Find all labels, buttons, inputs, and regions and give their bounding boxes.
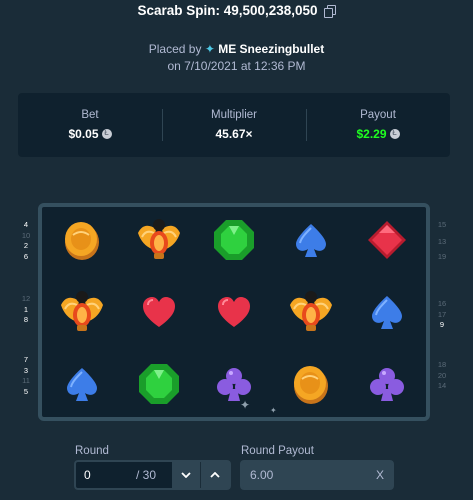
heart-symbol [134, 287, 184, 337]
coin-symbol [286, 359, 336, 409]
payout-value-wrap: $2.29 Ł [356, 127, 400, 141]
payline-numbers-right-bot: 18 20 14 [435, 360, 449, 392]
payline-numbers-right-mid: 16 17 9 [435, 299, 449, 331]
heart-symbol [209, 287, 259, 337]
multiplier-label: Multiplier [210, 109, 257, 121]
payline-number: 1 [23, 304, 29, 314]
spade-symbol [286, 215, 336, 265]
sparkle-icon: ✦ [240, 398, 251, 412]
payline-numbers-left-mid: 12 1 8 [19, 294, 33, 326]
round-label: Round [75, 445, 109, 457]
placed-by-prefix: Placed by [148, 42, 202, 56]
sparkle-icon: ✦ [270, 406, 277, 415]
game-title: Scarab Spin: 49,500,238,050 [137, 3, 318, 18]
scarab-symbol [57, 287, 107, 337]
payline-number: 18 [437, 360, 447, 369]
coin-icon: Ł [101, 129, 112, 139]
star-icon: ✦ [204, 42, 215, 56]
round-payout-label: Round Payout [241, 445, 314, 457]
payline-number: 10 [21, 230, 31, 240]
round-down-button[interactable] [172, 462, 200, 488]
chevron-down-icon [181, 472, 191, 478]
payline-number: 7 [23, 355, 29, 364]
payline-number: 5 [23, 386, 29, 396]
bet-date: on 7/10/2021 at 12:36 PM [167, 59, 306, 73]
payline-number: 20 [437, 370, 447, 380]
payline-number: 6 [23, 251, 29, 261]
payline-number: 13 [437, 236, 447, 246]
bet-value-wrap: $0.05 Ł [68, 127, 112, 141]
placed-by-info: Placed by ✦ ME Sneezingbullet on 7/10/20… [0, 41, 473, 75]
round-up-button[interactable] [200, 462, 229, 488]
reel-2 [123, 207, 194, 417]
payline-number: 9 [439, 320, 445, 329]
payline-number: 17 [437, 309, 447, 319]
coin-icon: Ł [389, 129, 400, 139]
payline-number: 2 [23, 241, 29, 250]
round-total: / 30 [136, 468, 157, 482]
payout-value: $2.29 [356, 127, 387, 141]
payline-number: 11 [22, 376, 30, 385]
copy-icon[interactable] [323, 4, 336, 18]
round-stepper: 0 / 30 [74, 460, 231, 490]
reel-5 [351, 207, 422, 417]
bet-stats-panel: Bet $0.05 Ł Multiplier 45.67× Payout $2.… [18, 93, 450, 157]
payline-number: 16 [437, 299, 447, 308]
round-input[interactable]: 0 [76, 468, 136, 482]
bet-value: $0.05 [68, 127, 99, 141]
payline-number: 15 [437, 220, 447, 229]
scarab-symbol [286, 287, 336, 337]
payline-number: 19 [437, 251, 447, 261]
coin-symbol [57, 215, 107, 265]
round-payout-field: 6.00 X [240, 460, 394, 490]
payline-numbers-left-top: 4 10 2 6 [19, 220, 33, 262]
payline-number: 14 [437, 381, 447, 390]
multiplier-value: 45.67× [215, 127, 253, 141]
gem-symbol [209, 215, 259, 265]
reel-4 [275, 207, 346, 417]
reel-3 [198, 207, 269, 417]
user-name[interactable]: ME Sneezingbullet [218, 42, 324, 56]
spade-symbol [57, 359, 107, 409]
payline-numbers-left-bot: 7 3 11 5 [19, 355, 33, 397]
payline-number: 4 [23, 220, 29, 229]
payline-number: 12 [21, 294, 31, 303]
payline-number: 3 [23, 365, 29, 375]
scarab-symbol [134, 215, 184, 265]
payline-numbers-right-top: 15 13 19 [435, 220, 449, 262]
slot-board [38, 203, 430, 421]
reel-1 [46, 207, 117, 417]
club-symbol [362, 359, 412, 409]
round-payout-value: 6.00 [250, 468, 274, 482]
payout-label: Payout [360, 109, 396, 121]
payout-stat: Payout $2.29 Ł [306, 93, 450, 157]
multiplier-stat: Multiplier 45.67× [162, 93, 306, 157]
title-row: Scarab Spin: 49,500,238,050 [0, 3, 473, 18]
bet-stat: Bet $0.05 Ł [18, 93, 162, 157]
bet-label: Bet [81, 109, 99, 121]
gem-symbol [134, 359, 184, 409]
diamond-symbol [362, 215, 412, 265]
spade-symbol [362, 287, 412, 337]
clear-icon[interactable]: X [376, 468, 384, 482]
club-symbol [209, 359, 259, 409]
payline-number: 8 [23, 315, 29, 324]
chevron-up-icon [210, 472, 220, 478]
